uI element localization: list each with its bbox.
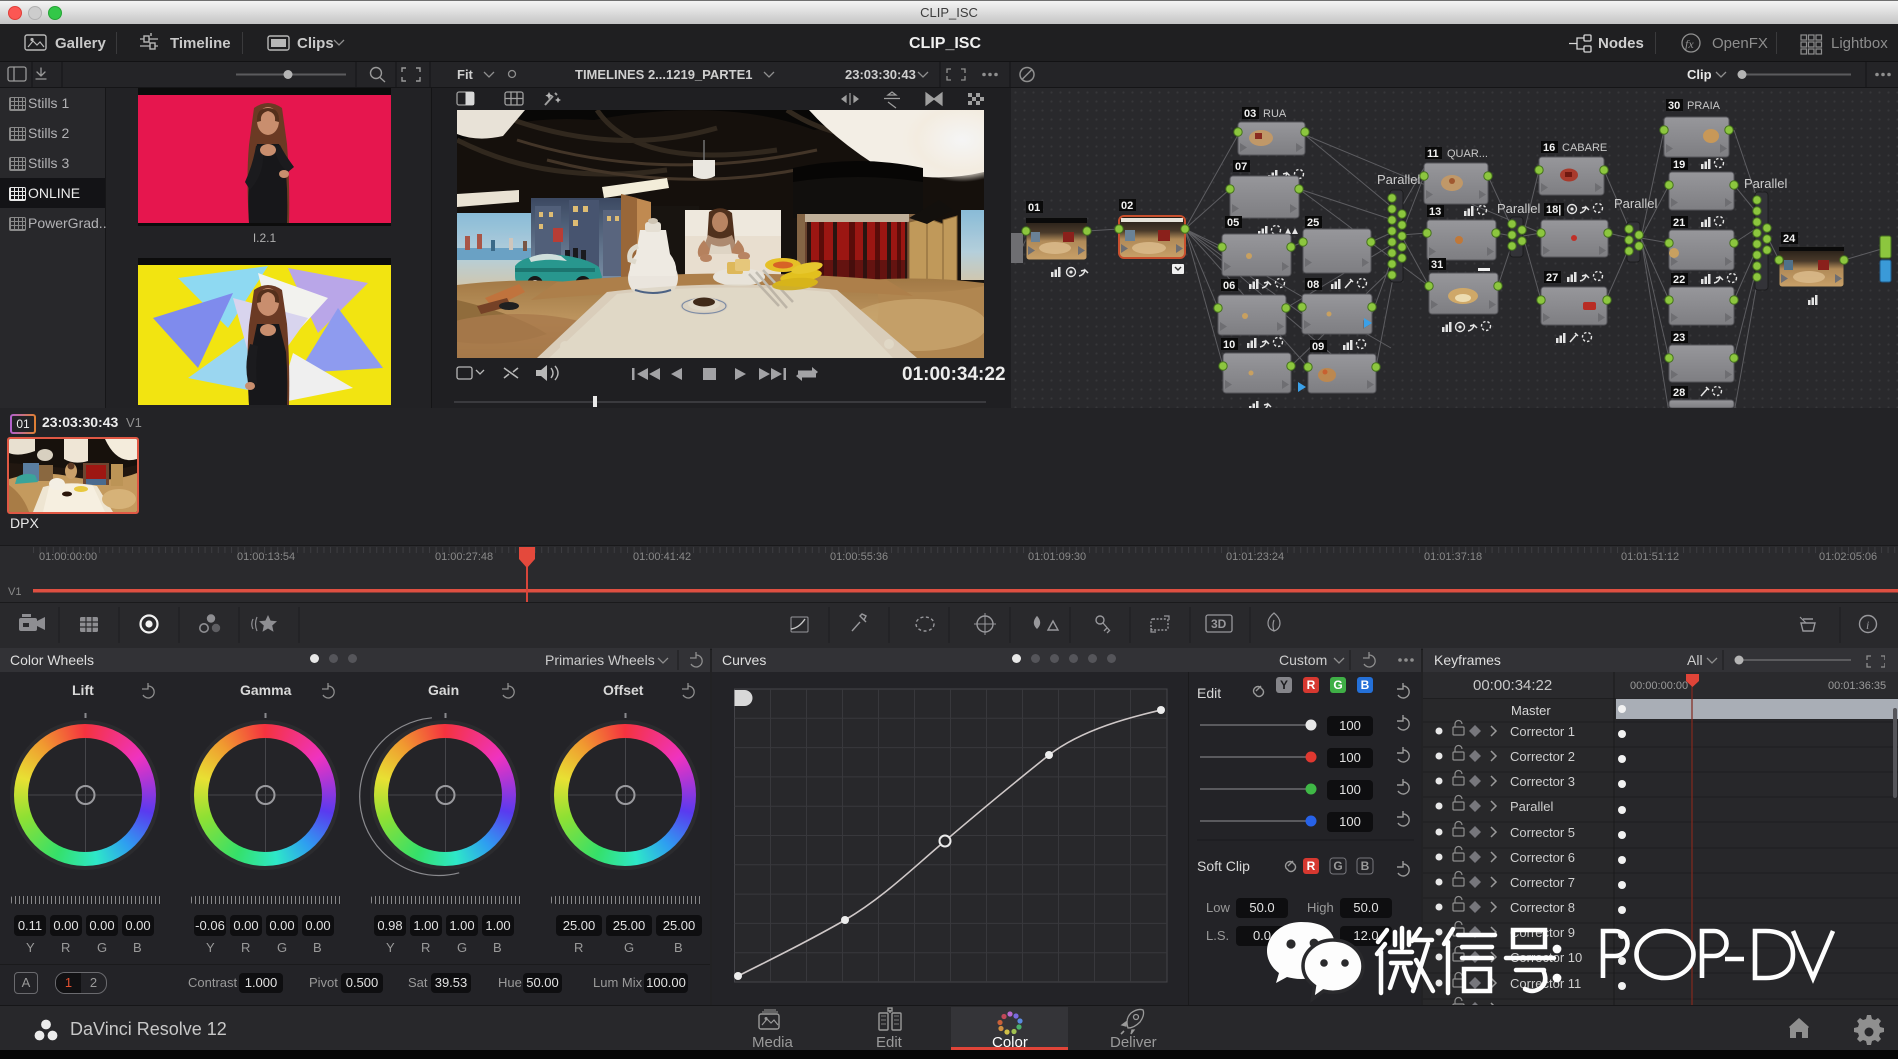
svg-text:01:00:41:42: 01:00:41:42 xyxy=(633,551,691,563)
svg-text:01:00:13:54: 01:00:13:54 xyxy=(237,551,295,563)
svg-text:23:03:30:43: 23:03:30:43 xyxy=(845,67,916,82)
svg-text:G: G xyxy=(1333,859,1342,873)
svg-text:Corrector 6: Corrector 6 xyxy=(1510,850,1575,865)
svg-text:01:01:09:30: 01:01:09:30 xyxy=(1028,551,1086,563)
svg-text:01:02:05:06: 01:02:05:06 xyxy=(1819,551,1877,563)
svg-text:Master: Master xyxy=(1511,703,1551,718)
svg-text:21: 21 xyxy=(1673,217,1685,229)
svg-text:Clip: Clip xyxy=(1687,67,1712,82)
svg-text:01:01:51:12: 01:01:51:12 xyxy=(1621,551,1679,563)
svg-text:i: i xyxy=(1866,618,1869,632)
svg-text:TIMELINES 2...1219_PARTE1: TIMELINES 2...1219_PARTE1 xyxy=(575,67,753,82)
svg-text:25: 25 xyxy=(1307,217,1319,229)
svg-text:05: 05 xyxy=(1227,217,1239,229)
svg-text:01:01:23:24: 01:01:23:24 xyxy=(1226,551,1284,563)
svg-text:19: 19 xyxy=(1673,159,1685,171)
svg-text:07: 07 xyxy=(1235,161,1247,173)
svg-text:08: 08 xyxy=(1307,279,1319,291)
svg-text:30: 30 xyxy=(1668,100,1680,112)
svg-text:R: R xyxy=(1307,678,1316,692)
svg-text:Color: Color xyxy=(992,1034,1028,1051)
svg-text:B: B xyxy=(1361,678,1370,692)
svg-text:Fit: Fit xyxy=(457,67,474,82)
svg-text:RUA: RUA xyxy=(1263,108,1287,120)
svg-text:09: 09 xyxy=(1312,341,1324,353)
svg-text:01:01:37:18: 01:01:37:18 xyxy=(1424,551,1482,563)
svg-text:QUAR...: QUAR... xyxy=(1447,148,1488,160)
svg-text:16: 16 xyxy=(1543,142,1555,154)
svg-text:Deliver: Deliver xyxy=(1110,1034,1157,1051)
svg-text:Corrector 7: Corrector 7 xyxy=(1510,875,1575,890)
svg-text:Y: Y xyxy=(1280,678,1288,692)
svg-text:Parallel: Parallel xyxy=(1510,799,1553,814)
svg-text:01:00:00:00: 01:00:00:00 xyxy=(39,551,97,563)
svg-text:01:00:27:48: 01:00:27:48 xyxy=(435,551,493,563)
svg-text:Edit: Edit xyxy=(876,1034,903,1051)
svg-text:11: 11 xyxy=(1427,148,1439,160)
svg-text:01:00:55:36: 01:00:55:36 xyxy=(830,551,888,563)
svg-text:3D: 3D xyxy=(1211,617,1227,631)
svg-text:01: 01 xyxy=(1028,202,1040,214)
svg-text:Corrector 3: Corrector 3 xyxy=(1510,774,1575,789)
svg-text:Corrector 8: Corrector 8 xyxy=(1510,900,1575,915)
svg-text:Corrector 2: Corrector 2 xyxy=(1510,749,1575,764)
svg-text:R: R xyxy=(1307,859,1316,873)
svg-text:22: 22 xyxy=(1673,274,1685,286)
svg-text:23: 23 xyxy=(1673,332,1685,344)
svg-text:06: 06 xyxy=(1223,280,1235,292)
svg-text:G: G xyxy=(1333,678,1342,692)
svg-text:Media: Media xyxy=(752,1034,794,1051)
svg-text:Parallel: Parallel xyxy=(1614,196,1657,211)
svg-text:B: B xyxy=(1361,859,1370,873)
svg-text:PRAIA: PRAIA xyxy=(1687,100,1721,112)
svg-text:10: 10 xyxy=(1223,339,1235,351)
svg-text:Parallel: Parallel xyxy=(1744,176,1787,191)
svg-text:24: 24 xyxy=(1783,233,1796,245)
svg-text:Corrector 5: Corrector 5 xyxy=(1510,825,1575,840)
svg-text:Parallel: Parallel xyxy=(1497,201,1540,216)
svg-text:31: 31 xyxy=(1431,259,1443,271)
svg-text:02: 02 xyxy=(1121,200,1133,212)
svg-text:03: 03 xyxy=(1244,108,1256,120)
svg-text:DaVinci Resolve 12: DaVinci Resolve 12 xyxy=(70,1019,227,1039)
svg-text:13: 13 xyxy=(1429,206,1441,218)
svg-text:Corrector 1: Corrector 1 xyxy=(1510,724,1575,739)
svg-text:27: 27 xyxy=(1546,272,1558,284)
svg-text:Parallel: Parallel xyxy=(1377,172,1420,187)
svg-text:fx: fx xyxy=(1685,37,1694,51)
svg-text:01:00:34:22: 01:00:34:22 xyxy=(902,364,1006,385)
svg-text:CABARE: CABARE xyxy=(1562,142,1607,154)
svg-text:V1: V1 xyxy=(8,586,21,598)
svg-text:28: 28 xyxy=(1673,387,1685,399)
svg-text:18|: 18| xyxy=(1546,204,1561,216)
